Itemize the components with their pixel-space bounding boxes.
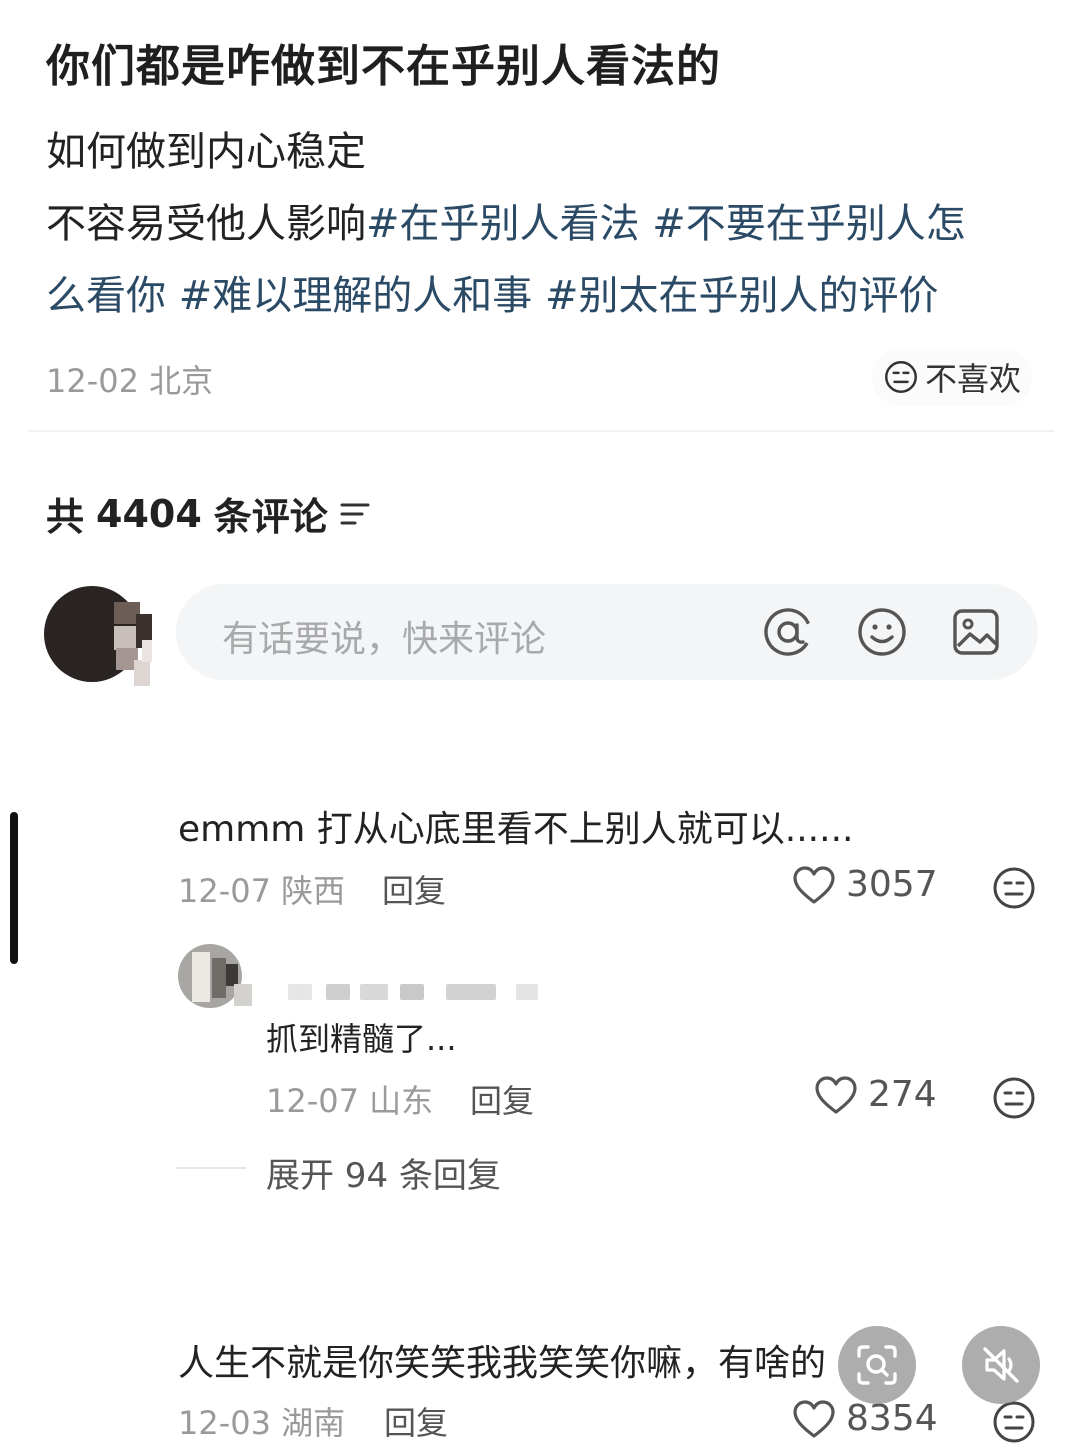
mute-button[interactable] [962,1326,1040,1404]
heart-icon [793,865,835,904]
like-count: 8354 [846,1398,938,1439]
desc-text: 不容易受他人影响 [46,201,366,247]
comment-text: emmm 打从心底里看不上别人就可以...... [178,809,854,850]
hashtag-link[interactable]: #难以理解的人和事 [179,273,533,319]
comment-input[interactable]: 有话要说，快来评论 [176,584,1038,680]
expand-replies-button[interactable]: 展开 94 条回复 [266,1148,501,1197]
comment-count-header: 共 4404 条评论 [46,486,370,541]
dislike-label: 不喜欢 [924,360,1021,398]
comment-count-number: 4404 [96,491,202,536]
scan-search-icon [857,1345,897,1385]
hashtag-link[interactable]: #不要在乎别人怎 [652,201,966,247]
heart-icon [793,1399,835,1438]
reply-text: 抓到精髓了... [266,1020,457,1058]
comment-input-placeholder: 有话要说，快来评论 [222,619,547,660]
heart-icon [815,1075,857,1114]
desc-line-2: 不容易受他人影响#在乎别人看法 #不要在乎别人怎 [46,188,1036,260]
comment-location: 陕西 [281,872,346,910]
reply-button[interactable]: 回复 [470,1076,534,1122]
comment-location: 湖南 [281,1404,346,1442]
reply-user-avatar[interactable] [178,944,254,1020]
desc-line-1: 如何做到内心稳定 [46,129,366,175]
hashtag-link[interactable]: #在乎别人看法 [366,201,640,247]
post-location: 北京 [149,362,214,400]
hashtag-link[interactable]: 么看你 [46,273,166,319]
reply-button[interactable]: 回复 [382,866,446,912]
like-count: 3057 [846,864,938,905]
like-count: 274 [868,1074,937,1115]
comment-date: 12-03 [178,1404,271,1442]
comment-meta: 12-07 陕西 [178,866,345,912]
dislike-icon[interactable] [992,1400,1036,1444]
comment-count-prefix: 共 [46,495,85,539]
post-date: 12-02 [46,362,139,400]
dislike-face-icon [885,361,917,393]
reply-location: 山东 [369,1082,434,1120]
edge-mark [10,812,18,964]
dislike-button[interactable]: 不喜欢 [872,348,1032,406]
like-button[interactable]: 274 [814,1074,937,1115]
expand-divider [176,1167,246,1169]
dislike-icon[interactable] [992,1076,1036,1120]
sort-icon[interactable] [340,501,370,527]
comment-meta: 12-03 湖南 [178,1398,345,1444]
reply-date: 12-07 [266,1082,359,1120]
muted-speaker-icon [983,1347,1019,1383]
image-icon[interactable] [950,606,1002,658]
current-user-avatar[interactable] [44,586,152,694]
post-description: 如何做到内心稳定 不容易受他人影响#在乎别人看法 #不要在乎别人怎 么看你 #难… [46,116,1036,332]
post-meta: 12-02 北京 [46,356,213,402]
reply-meta: 12-07 山东 [266,1076,433,1122]
section-divider [28,430,1054,432]
desc-line-3: 么看你 #难以理解的人和事 #别太在乎别人的评价 [46,260,1036,332]
post-title: 你们都是咋做到不在乎别人看法的 [46,41,721,92]
reply-button[interactable]: 回复 [384,1398,448,1444]
image-search-button[interactable] [838,1326,916,1404]
at-icon[interactable] [762,606,814,658]
dislike-icon[interactable] [992,866,1036,910]
hashtag-link[interactable]: #别太在乎别人的评价 [545,273,939,319]
like-button[interactable]: 8354 [792,1398,938,1439]
comment-count-suffix: 条评论 [213,495,328,539]
like-button[interactable]: 3057 [792,864,938,905]
comment-date: 12-07 [178,872,271,910]
blurred-username [270,982,570,1004]
emoji-icon[interactable] [856,606,908,658]
comment-text: 人生不就是你笑笑我我笑笑你嘛，有啥的 [178,1343,827,1384]
